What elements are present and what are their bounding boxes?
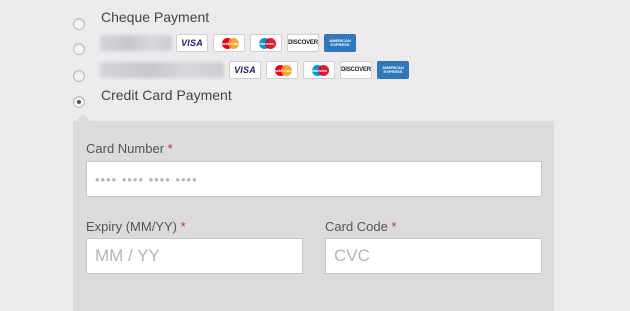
required-marker: *	[180, 219, 186, 234]
credit-card-payment-radio[interactable]	[73, 96, 85, 108]
card-number-input[interactable]	[86, 161, 542, 197]
credit-card-form-panel: Card Number * Expiry (MM/YY) * Card Code…	[73, 114, 554, 311]
payment-option-2-radio[interactable]	[73, 43, 85, 55]
visa-icon: VISA	[176, 34, 208, 52]
payment-option-credit-card[interactable]: Credit Card Payment	[73, 87, 232, 108]
card-logos: VISA MasterCard Maestro DISCOVER AMERICA…	[176, 34, 356, 52]
obscured-label	[100, 35, 172, 51]
card-logos: VISA MasterCard Maestro DISCOVER AMERICA…	[229, 61, 409, 79]
panel-caret	[76, 114, 90, 121]
visa-icon: VISA	[229, 61, 261, 79]
cheque-payment-label[interactable]: Cheque Payment	[101, 9, 209, 25]
maestro-icon: Maestro	[303, 61, 335, 79]
card-code-label: Card Code *	[325, 219, 397, 234]
payment-option-3-radio[interactable]	[73, 70, 85, 82]
payment-option-cheque[interactable]: Cheque Payment	[73, 9, 209, 30]
expiry-label: Expiry (MM/YY) *	[86, 219, 186, 234]
credit-card-payment-label[interactable]: Credit Card Payment	[101, 87, 232, 103]
required-marker: *	[167, 141, 173, 156]
discover-icon: DISCOVER	[340, 61, 372, 79]
card-code-input[interactable]	[325, 238, 542, 274]
amex-icon: AMERICAN EXPRESS	[377, 61, 409, 79]
mastercard-icon: MasterCard	[213, 34, 245, 52]
mastercard-icon: MasterCard	[266, 61, 298, 79]
expiry-input[interactable]	[86, 238, 303, 274]
cheque-payment-radio[interactable]	[73, 18, 85, 30]
card-number-label: Card Number *	[86, 141, 173, 156]
discover-icon: DISCOVER	[287, 34, 319, 52]
amex-icon: AMERICAN EXPRESS	[324, 34, 356, 52]
obscured-label	[100, 62, 224, 78]
maestro-icon: Maestro	[250, 34, 282, 52]
payment-option-3[interactable]: VISA MasterCard Maestro DISCOVER AMERICA…	[73, 61, 409, 82]
required-marker: *	[391, 219, 397, 234]
payment-option-2[interactable]: VISA MasterCard Maestro DISCOVER AMERICA…	[73, 34, 356, 55]
